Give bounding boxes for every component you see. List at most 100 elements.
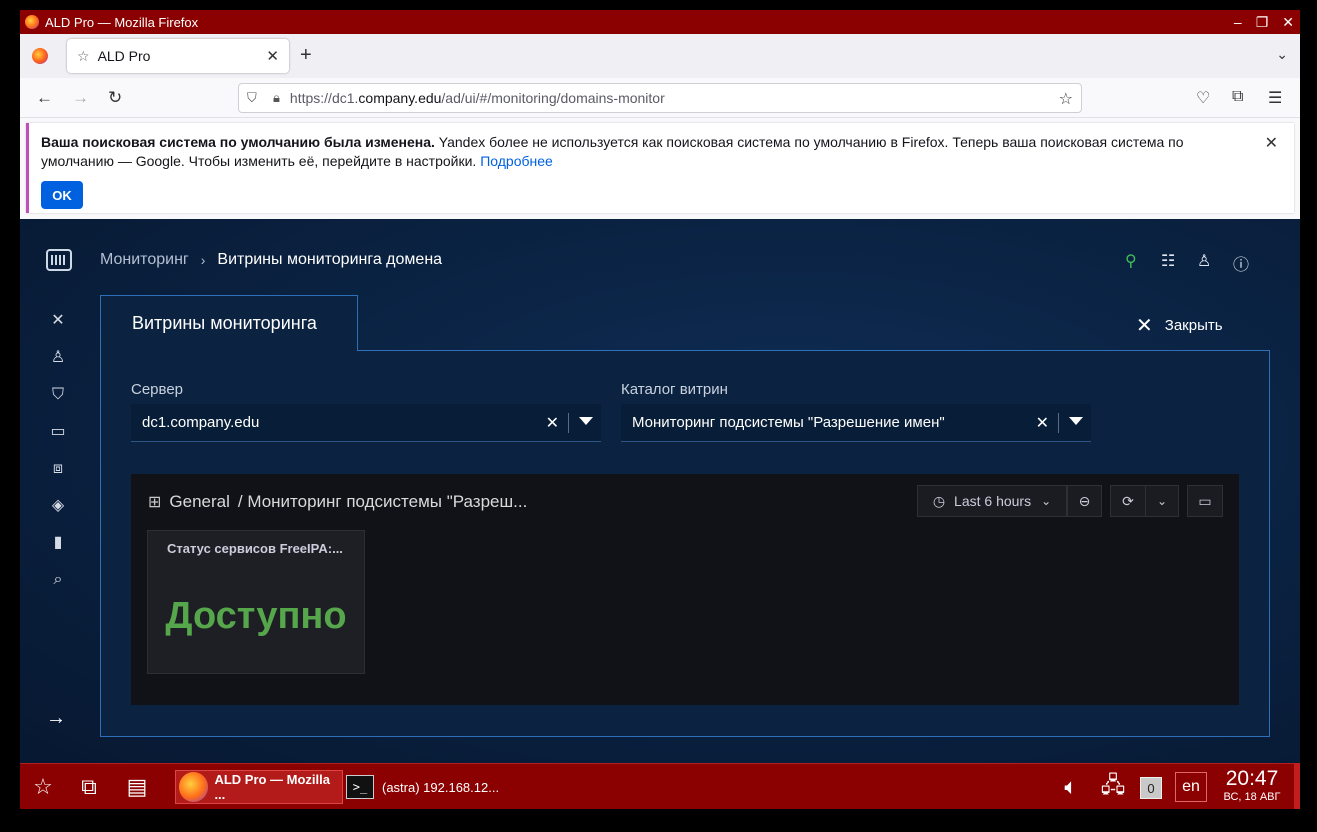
help-icon[interactable]: ⓘ: [1233, 251, 1249, 275]
file-manager-button[interactable]: ▤: [120, 770, 154, 804]
catalog-label: Каталог витрин: [621, 381, 728, 398]
taskbar-firefox[interactable]: ALD Pro — Mozilla ...: [175, 770, 343, 804]
tools-icon[interactable]: ✕: [48, 311, 68, 331]
tab-bar: ☆ ALD Pro ✕ + ⌄: [20, 34, 1300, 78]
show-desktop-edge[interactable]: [1294, 763, 1300, 809]
url-prefix: https://dc1.: [289, 90, 359, 106]
server-value: dc1.company.edu: [142, 414, 260, 431]
minimize-button[interactable]: –: [1234, 14, 1242, 30]
menu-hamburger-icon[interactable]: ☰: [1268, 88, 1282, 108]
dashboard-folder[interactable]: General: [169, 492, 229, 512]
close-label: Закрыть: [1164, 317, 1223, 334]
search-zoom-icon[interactable]: ⌕: [48, 570, 68, 590]
clear-catalog-icon[interactable]: ✕: [1036, 413, 1049, 433]
stat-panel[interactable]: Статус сервисов FreeIPA:... Доступно: [147, 530, 365, 674]
grafana-dashboard: ⊞ General / Мониторинг подсистемы "Разре…: [131, 474, 1239, 705]
dashboard-header: ⊞ General / Мониторинг подсистемы "Разре…: [148, 492, 527, 512]
catalog-select[interactable]: Мониторинг подсистемы "Разрешение имен" …: [621, 404, 1091, 442]
pocket-icon[interactable]: ♡: [1196, 88, 1210, 108]
url-bar[interactable]: ⛉ 🔒︎ https://dc1. company.edu/ad/ui/#/mon…: [238, 83, 1082, 113]
clock-icon: ◷: [932, 492, 946, 509]
shield-icon[interactable]: ⛉: [247, 90, 263, 106]
refresh-button[interactable]: ⟳: [1110, 485, 1146, 517]
close-icon: ✕: [1136, 315, 1153, 337]
close-window-button[interactable]: ✕: [1282, 14, 1294, 31]
bookmark-star-icon[interactable]: ☆: [1059, 89, 1073, 109]
keyboard-layout[interactable]: en: [1175, 772, 1207, 802]
window-title: ALD Pro — Mozilla Firefox: [45, 14, 199, 30]
tab-ald-pro[interactable]: ☆ ALD Pro ✕: [67, 39, 289, 73]
stat-panel-title: Статус сервисов FreeIPA:...: [167, 541, 343, 556]
tv-mode-button[interactable]: ▭: [1187, 485, 1223, 517]
zoom-out-button[interactable]: ⊖: [1067, 485, 1102, 517]
back-arrow-icon[interactable]: ←: [36, 88, 53, 108]
expand-sidebar-arrow-icon[interactable]: →: [46, 707, 66, 730]
tab-monitoring-showcases[interactable]: Витрины мониторинга: [100, 295, 358, 351]
star-icon: ☆: [77, 47, 90, 64]
notice-message: Ваша поисковая система по умолчанию была…: [41, 133, 1221, 171]
clear-server-icon[interactable]: ✕: [546, 413, 559, 433]
select-divider: [568, 413, 569, 433]
reload-icon[interactable]: ↻: [108, 88, 122, 108]
bar-chart-icon[interactable]: ▮: [48, 533, 68, 553]
ald-pro-app: Мониторинг › Витрины мониторинга домена …: [20, 219, 1300, 763]
notice-close-icon[interactable]: ✕: [1265, 133, 1278, 153]
chevron-down-icon: ⌄: [1156, 494, 1168, 508]
user-icon[interactable]: ♙: [1197, 251, 1211, 271]
clock-time: 20:47: [1225, 767, 1279, 790]
user-settings-icon[interactable]: ♙: [48, 348, 68, 368]
refresh-icon: ⟳: [1122, 492, 1134, 509]
extensions-icon[interactable]: ⧉: [1232, 88, 1243, 106]
refresh-interval-dropdown[interactable]: ⌄: [1145, 485, 1179, 517]
ok-button[interactable]: OK: [41, 181, 83, 209]
stat-panel-value: Доступно: [165, 595, 347, 637]
breadcrumb-current: Витрины мониторинга домена: [217, 251, 443, 268]
learn-more-link[interactable]: Подробнее: [480, 153, 553, 169]
taskbar-terminal-label: (astra) 192.168.12...: [382, 779, 500, 795]
notification-bar: Ваша поисковая система по умолчанию была…: [20, 118, 1300, 219]
code-file-icon[interactable]: ⧈: [48, 459, 68, 479]
monitor-icon: ▭: [1198, 492, 1212, 509]
dropdown-arrow-icon[interactable]: [579, 417, 593, 425]
user-shield-icon[interactable]: ⛉: [48, 385, 68, 405]
url-domain: company.edu: [358, 90, 442, 106]
firefox-view-icon[interactable]: [32, 48, 48, 64]
new-tab-button[interactable]: +: [300, 45, 312, 65]
breadcrumb-separator: ›: [200, 252, 206, 268]
zoom-out-icon: ⊖: [1078, 492, 1091, 509]
ald-logo-icon[interactable]: [46, 249, 72, 271]
start-menu-button[interactable]: ☆: [26, 770, 60, 804]
breadcrumb-monitoring[interactable]: Мониторинг: [100, 251, 189, 269]
tab-close-icon[interactable]: ✕: [266, 47, 279, 65]
firefox-icon: [179, 772, 209, 802]
speaker-icon: 🔈︎: [1064, 774, 1078, 799]
select-divider: [1058, 413, 1059, 433]
notification-counter[interactable]: 0: [1140, 777, 1162, 799]
dashboard-title[interactable]: / Мониторинг подсистемы "Разреш...: [238, 492, 527, 512]
volume-button[interactable]: 🔈︎: [1054, 770, 1088, 804]
time-range-picker[interactable]: ◷ Last 6 hours ⌄: [917, 485, 1067, 517]
taskbar-terminal[interactable]: >_ (astra) 192.168.12...: [346, 770, 506, 804]
clock[interactable]: 20:47 ВС, 18 АВГ: [1216, 768, 1288, 804]
forward-arrow-icon[interactable]: →: [72, 88, 89, 108]
desktop: ALD Pro — Mozilla Firefox – ❐ ✕ ☆ ALD Pr…: [0, 0, 1317, 832]
network-icon: 🖧︎: [1100, 772, 1126, 797]
dropdown-arrow-icon[interactable]: [1069, 417, 1083, 425]
antenna-status-icon[interactable]: ⚲: [1125, 251, 1137, 271]
file-manager-icon: ▤: [126, 774, 148, 799]
server-select[interactable]: dc1.company.edu ✕: [131, 404, 601, 442]
layers-icon[interactable]: ◈: [48, 496, 68, 516]
network-button[interactable]: 🖧︎: [1096, 770, 1130, 804]
desktops-button[interactable]: ⧉: [72, 770, 106, 804]
list-tabs-chevron-icon[interactable]: ⌄: [1276, 46, 1288, 63]
lock-icon[interactable]: 🔒︎: [273, 90, 280, 106]
dashboard-grid-icon: ⊞: [148, 494, 162, 511]
network-tree-icon[interactable]: ☷: [1161, 251, 1175, 271]
close-panel-button[interactable]: ✕ Закрыть: [1136, 313, 1223, 338]
taskbar: ☆ ⧉ ▤ ALD Pro — Mozilla ... >_ (astra) 1…: [20, 763, 1300, 809]
desktops-icon: ⧉: [81, 774, 97, 799]
star-menu-icon: ☆: [33, 774, 53, 799]
maximize-button[interactable]: ❐: [1256, 14, 1269, 31]
firefox-logo-icon: [25, 15, 39, 29]
window-icon[interactable]: ▭: [48, 422, 68, 442]
